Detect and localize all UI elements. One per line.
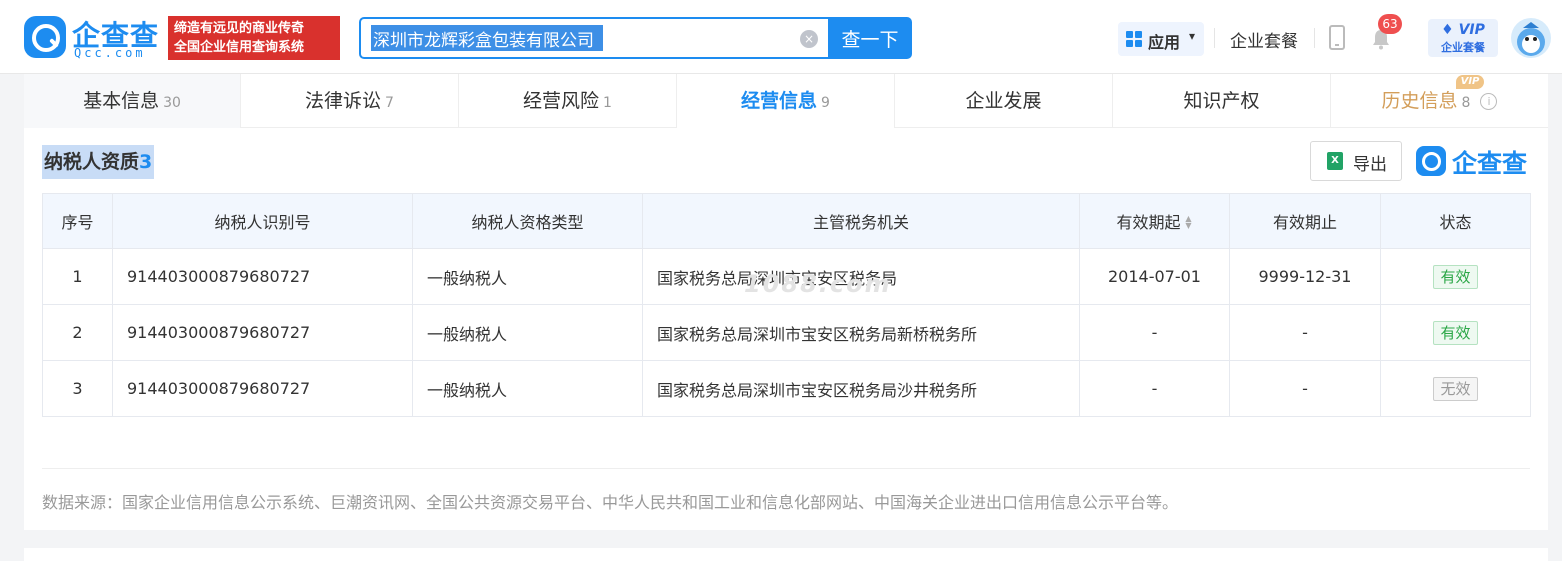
- status-badge: 无效: [1433, 376, 1478, 401]
- taxpayer-table: 序号 纳税人识别号 纳税人资格类型 主管税务机关 有效期起 ▲ ▼ 有效期止 状态 …: [42, 193, 1531, 417]
- cell-qualification-type: 一般纳税人: [412, 248, 643, 305]
- cell-index: 2: [42, 304, 113, 361]
- section-title: 纳税人资质3: [42, 145, 155, 179]
- cell-taxpayer-id: 914403000879680727: [112, 304, 413, 361]
- search-input[interactable]: [371, 25, 603, 51]
- slogan-line-1: 缔造有远见的商业传奇: [174, 21, 305, 36]
- cell-index: 1: [42, 248, 113, 305]
- cell-index: 3: [42, 360, 113, 417]
- vip-subtitle: 企业套餐: [1441, 41, 1485, 54]
- avatar-image: [1517, 22, 1545, 56]
- tab-business-info[interactable]: 经营信息 9: [677, 74, 895, 128]
- apps-grid-icon: [1126, 31, 1142, 47]
- taxpayer-qualification-panel: 纳税人资质3 X 导出 企查查 序号 纳税人识别号 纳税人资格类型 主管税务机关…: [24, 128, 1548, 530]
- divider: [42, 468, 1530, 469]
- cell-status: 无效: [1380, 360, 1531, 417]
- clear-icon[interactable]: ×: [800, 30, 818, 48]
- next-section-card: [24, 548, 1548, 561]
- cell-tax-authority[interactable]: 国家税务总局深圳市宝安区税务局沙井税务所: [642, 360, 1080, 417]
- table-row: 1 914403000879680727 一般纳税人 国家税务总局深圳市宝安区税…: [42, 248, 1531, 305]
- column-header: 纳税人资格类型: [412, 193, 643, 249]
- search-box: ×: [359, 17, 828, 59]
- cell-valid-from: -: [1079, 360, 1230, 417]
- section-count: 3: [139, 151, 153, 173]
- column-header: 状态: [1380, 193, 1531, 249]
- cell-valid-from: 2014-07-01: [1079, 248, 1230, 305]
- logo-mark-icon: [24, 16, 66, 58]
- cell-tax-authority[interactable]: 国家税务总局深圳市宝安区税务局新桥税务所: [642, 304, 1080, 361]
- cell-valid-to: 9999-12-31: [1229, 248, 1381, 305]
- tab-basic-info[interactable]: 基本信息 30: [24, 74, 241, 128]
- cell-taxpayer-id: 914403000879680727: [112, 360, 413, 417]
- cell-status: 有效: [1380, 304, 1531, 361]
- cell-valid-to: -: [1229, 304, 1381, 361]
- caret-down-icon: ▾: [1189, 29, 1196, 43]
- tab-risk[interactable]: 经营风险 1: [459, 74, 677, 128]
- vip-tag: VIP: [1456, 75, 1484, 89]
- tab-development[interactable]: 企业发展: [895, 74, 1113, 128]
- vip-label: ♦ VIP: [1441, 22, 1485, 38]
- tab-legal[interactable]: 法律诉讼 7: [241, 74, 459, 128]
- column-header: 主管税务机关: [642, 193, 1080, 249]
- data-source-note: 数据来源：国家企业信用信息公示系统、巨潮资讯网、全国公共资源交易平台、中华人民共…: [42, 493, 1179, 512]
- avatar[interactable]: [1511, 18, 1551, 58]
- export-label: 导出: [1353, 155, 1387, 175]
- brand-mark-icon: [1416, 146, 1446, 176]
- status-badge: 有效: [1433, 320, 1478, 345]
- table-header-row: 序号 纳税人识别号 纳税人资格类型 主管税务机关 有效期起 ▲ ▼ 有效期止 状态: [42, 193, 1531, 249]
- column-header: 序号: [42, 193, 113, 249]
- cell-qualification-type: 一般纳税人: [412, 304, 643, 361]
- mobile-phone-icon[interactable]: [1329, 25, 1345, 50]
- cell-valid-to: -: [1229, 360, 1381, 417]
- excel-icon: X: [1327, 152, 1343, 170]
- cell-valid-from: -: [1079, 304, 1230, 361]
- column-header: 有效期止: [1229, 193, 1381, 249]
- slogan-line-2: 全国企业信用查询系统: [174, 40, 305, 55]
- header-divider: [1214, 28, 1215, 48]
- header-divider: [1314, 28, 1315, 48]
- top-header: 企查查 Qcc.com 缔造有远见的商业传奇 全国企业信用查询系统 × 查一下 …: [0, 0, 1562, 74]
- cell-status: 有效: [1380, 248, 1531, 305]
- info-icon[interactable]: i: [1480, 93, 1498, 110]
- tab-ip[interactable]: 知识产权: [1113, 74, 1331, 128]
- vip-package-button[interactable]: ♦ VIP 企业套餐: [1428, 19, 1498, 57]
- table-row: 3 914403000879680727 一般纳税人 国家税务总局深圳市宝安区税…: [42, 360, 1531, 417]
- tab-history[interactable]: 历史信息 8 i: [1331, 74, 1548, 128]
- enterprise-package-link[interactable]: 企业套餐: [1230, 27, 1298, 52]
- notification-count-badge: 63: [1378, 14, 1402, 34]
- company-tabs: 基本信息 30 法律诉讼 7 经营风险 1 经营信息 9 企业发展 知识产权 历史信息 8…: [24, 74, 1548, 128]
- apps-label: 应用: [1148, 33, 1181, 52]
- slogan-banner: 缔造有远见的商业传奇 全国企业信用查询系统: [168, 16, 340, 60]
- logo-subtitle: Qcc.com: [74, 46, 146, 60]
- brand-text: 企查查: [1452, 149, 1528, 178]
- brand-logo: 企查查: [1416, 144, 1534, 178]
- table-row: 2 914403000879680727 一般纳税人 国家税务总局深圳市宝安区税…: [42, 304, 1531, 361]
- apps-menu-button[interactable]: 应用 ▾: [1118, 22, 1204, 56]
- column-header-sortable[interactable]: 有效期起 ▲ ▼: [1079, 193, 1230, 249]
- sort-icon[interactable]: ▲ ▼: [1185, 215, 1193, 230]
- cell-qualification-type: 一般纳税人: [412, 360, 643, 417]
- search-button[interactable]: 查一下: [828, 17, 912, 59]
- cell-taxpayer-id: 914403000879680727: [112, 248, 413, 305]
- cell-tax-authority[interactable]: 国家税务总局深圳市宝安区税务局: [642, 248, 1080, 305]
- status-badge: 有效: [1433, 264, 1478, 289]
- logo[interactable]: 企查查 Qcc.com: [24, 16, 164, 60]
- diamond-icon: ♦: [1441, 22, 1459, 38]
- column-header: 纳税人识别号: [112, 193, 413, 249]
- export-button[interactable]: X 导出: [1310, 141, 1402, 181]
